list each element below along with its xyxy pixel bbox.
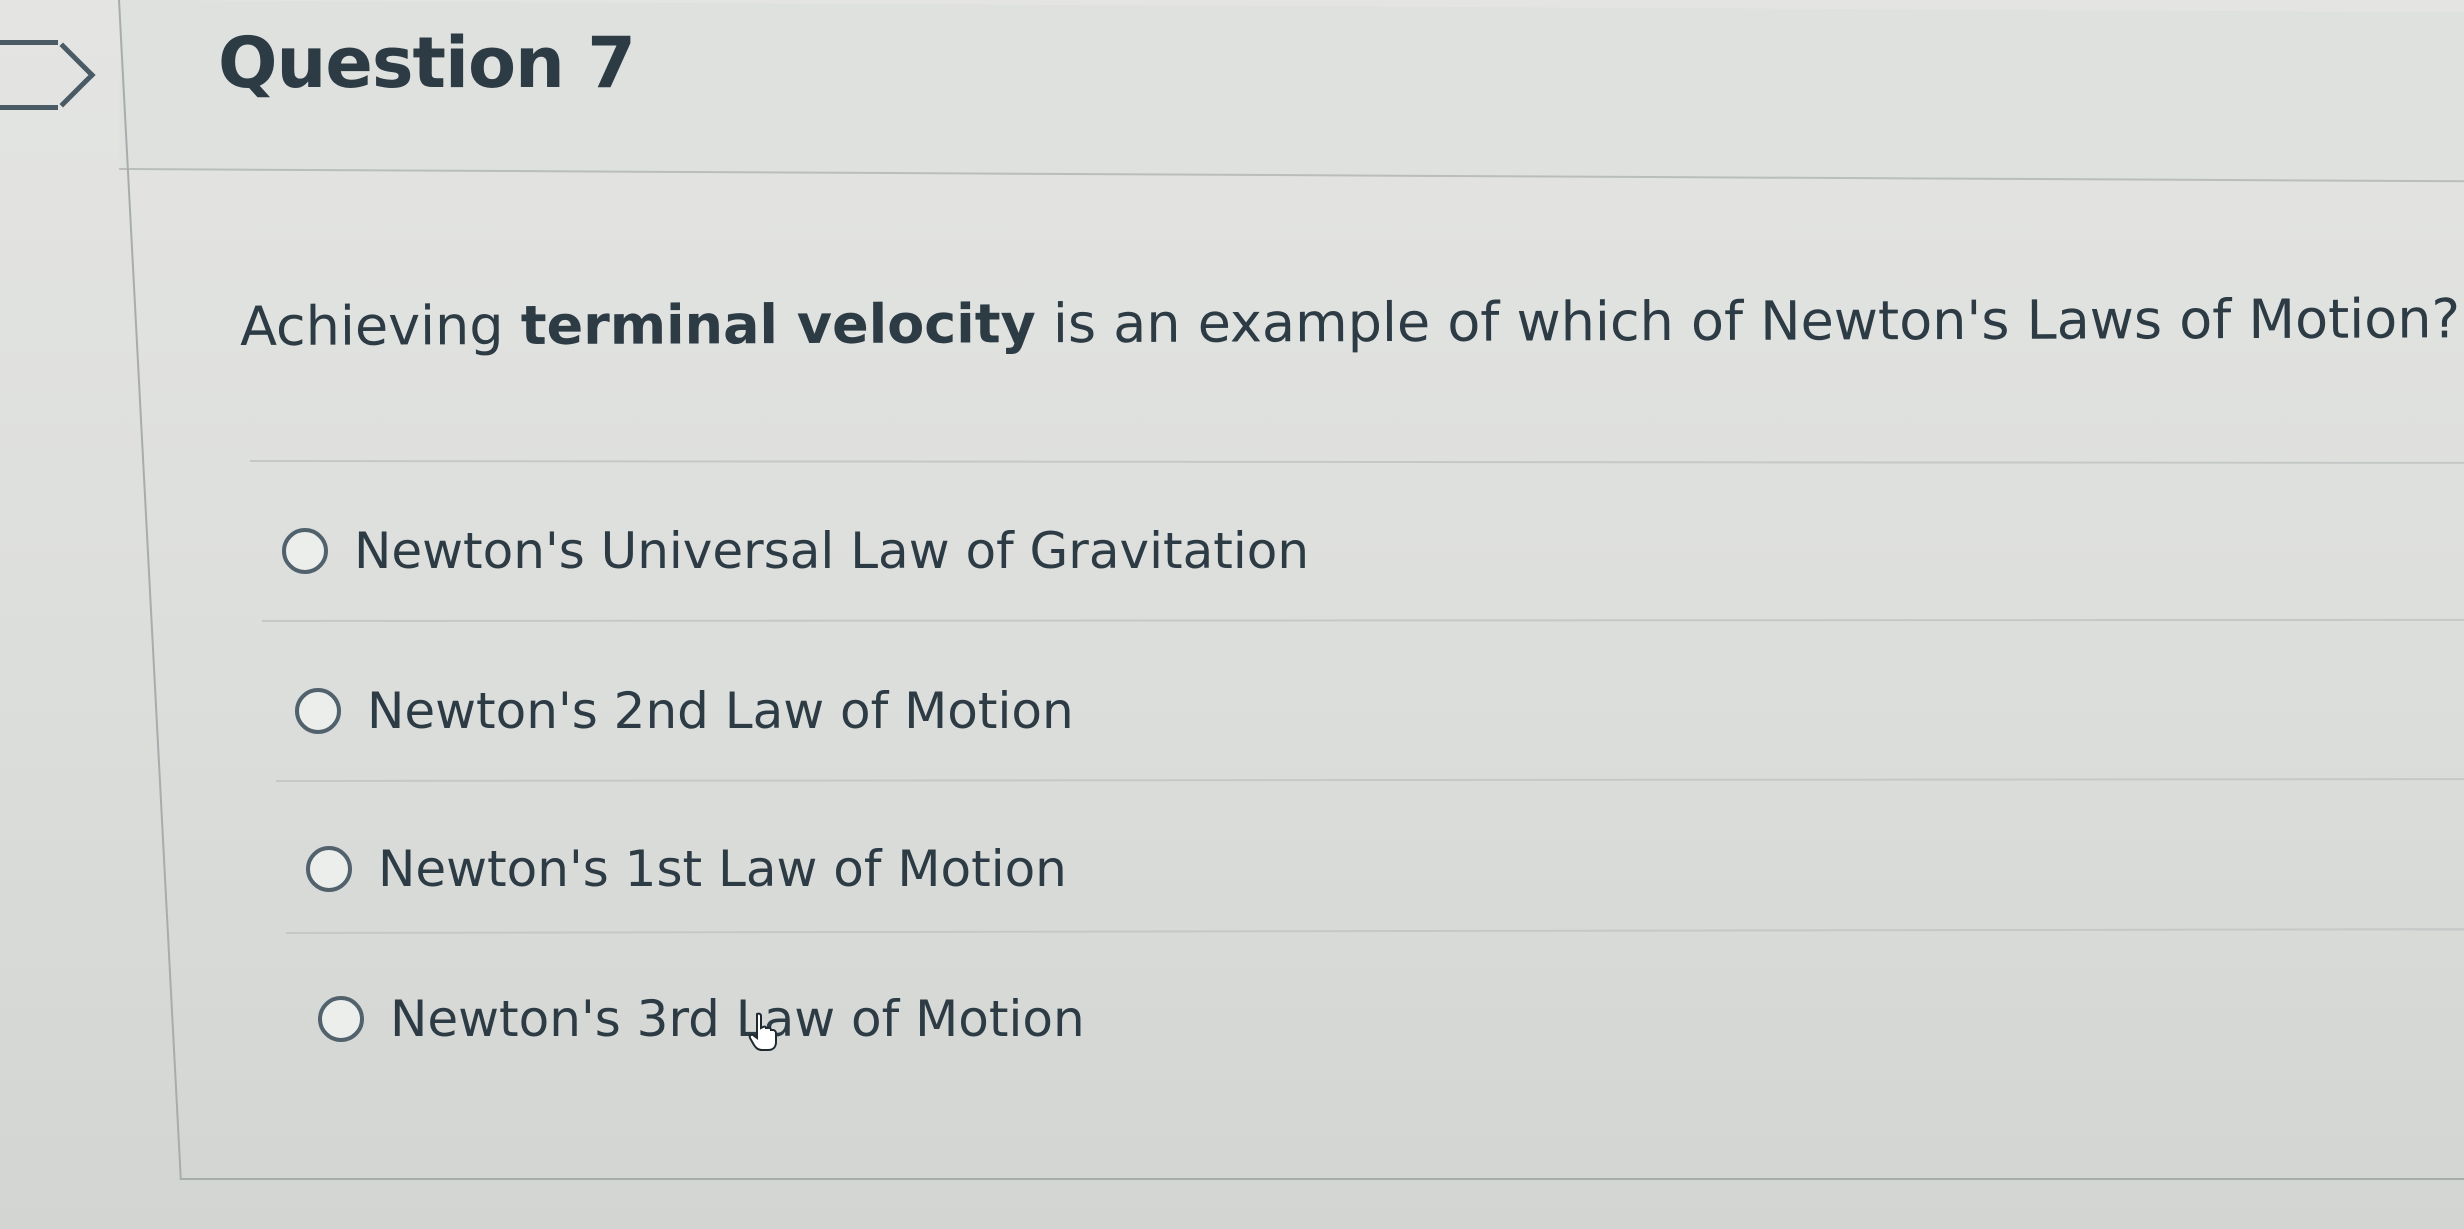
question-text-before: Achieving (239, 294, 521, 358)
hand-pointer-cursor-icon (748, 1012, 777, 1051)
answer-option-2[interactable]: Newton's 2nd Law of Motion (295, 682, 1074, 740)
answer-option-1[interactable]: Newton's Universal Law of Gravitation (282, 522, 1309, 580)
answer-option-3[interactable]: Newton's 1st Law of Motion (306, 840, 1067, 898)
answer-option-4[interactable]: Newton's 3rd Law of Motion (318, 990, 1085, 1048)
answer-label: Newton's 2nd Law of Motion (367, 682, 1074, 740)
question-text-after: is an example of which of Newton's Laws … (1035, 287, 2461, 356)
radio-button-icon[interactable] (295, 688, 341, 734)
question-title: Question 7 (218, 22, 636, 104)
radio-button-icon[interactable] (282, 528, 328, 574)
quiz-page: Question 7 Achieving terminal velocity i… (0, 0, 2464, 1229)
answer-label: Newton's 1st Law of Motion (378, 840, 1067, 898)
radio-button-icon[interactable] (318, 996, 364, 1042)
question-text: Achieving terminal velocity is an exampl… (240, 287, 2460, 358)
radio-button-icon[interactable] (306, 846, 352, 892)
question-text-bold: terminal velocity (520, 292, 1036, 358)
answer-label: Newton's 3rd Law of Motion (390, 990, 1085, 1048)
answer-label: Newton's Universal Law of Gravitation (354, 522, 1310, 580)
bookmark-flag-icon[interactable] (0, 40, 58, 110)
